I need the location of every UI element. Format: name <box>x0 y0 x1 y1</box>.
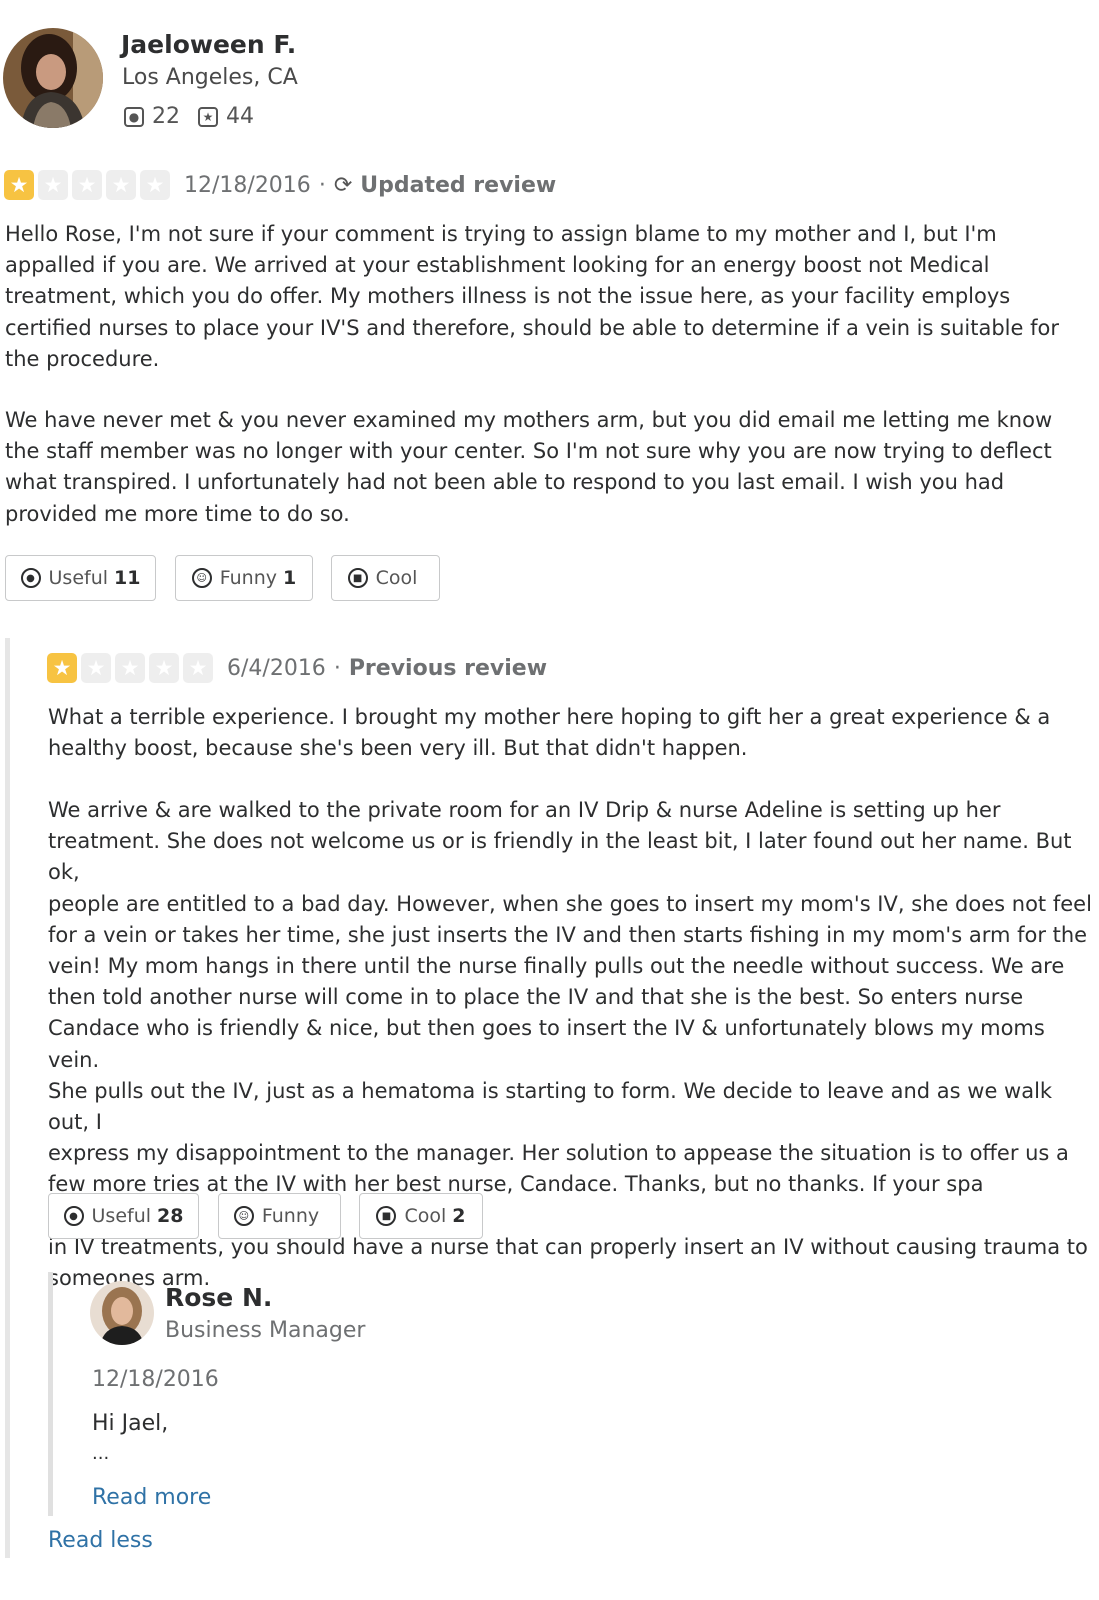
reply-ellipsis: ... <box>92 1443 110 1464</box>
friends-count: 22 <box>152 104 180 129</box>
star-filled-icon: ★ <box>4 170 34 200</box>
star-empty-icon: ★ <box>72 170 102 200</box>
read-less-link[interactable]: Read less <box>48 1528 153 1553</box>
read-more-link[interactable]: Read more <box>92 1485 211 1510</box>
star-empty-icon: ★ <box>38 170 68 200</box>
cool-button[interactable]: ■ Cool 2 <box>359 1193 483 1239</box>
sunglasses-icon: ■ <box>347 568 368 588</box>
funny-count: 1 <box>283 567 297 589</box>
star-badge-icon: ★ <box>198 106 218 127</box>
reply-date: 12/18/2016 <box>92 1367 219 1392</box>
user-stats: ● 22 ★ 44 <box>124 104 272 129</box>
smile-icon: ☺ <box>233 1206 254 1226</box>
funny-button[interactable]: ☺ Funny 1 <box>175 555 313 601</box>
previous-review-label: Previous review <box>348 655 548 681</box>
user-location: Los Angeles, CA <box>122 65 298 90</box>
star-empty-icon: ★ <box>115 653 145 683</box>
owner-name[interactable]: Rose N. <box>165 1283 272 1312</box>
rating-stars: ★ ★ ★ ★ ★ <box>4 170 174 200</box>
separator-dot: · <box>333 655 341 681</box>
review-paragraph: Hello Rose, I'm not sure if your comment… <box>5 222 1059 371</box>
refresh-icon: ⟳ <box>333 172 353 198</box>
cool-label: Cool <box>404 1205 447 1227</box>
useful-button[interactable]: ● Useful 28 <box>48 1193 199 1239</box>
reviews-stat: ★ 44 <box>198 104 254 129</box>
sunglasses-icon: ■ <box>376 1206 397 1226</box>
owner-avatar[interactable] <box>90 1281 154 1345</box>
reviews-count: 44 <box>226 104 254 129</box>
user-avatar[interactable] <box>3 28 103 128</box>
funny-button[interactable]: ☺ Funny <box>218 1193 341 1239</box>
star-empty-icon: ★ <box>149 653 179 683</box>
rating-stars: ★ ★ ★ ★ ★ <box>47 653 217 683</box>
friends-stat: ● 22 <box>124 104 180 129</box>
useful-label: Useful <box>91 1205 152 1227</box>
funny-label: Funny <box>261 1205 320 1227</box>
lightbulb-icon: ● <box>63 1206 84 1226</box>
review-date: 6/4/2016 <box>227 655 326 681</box>
smile-icon: ☺ <box>191 568 212 588</box>
useful-label: Useful <box>48 567 109 589</box>
star-empty-icon: ★ <box>140 170 170 200</box>
useful-count: 28 <box>157 1205 184 1227</box>
review-paragraph: We arrive & are walked to the private ro… <box>48 798 1092 1291</box>
reply-text: Hi Jael, <box>92 1411 169 1436</box>
useful-button[interactable]: ● Useful 11 <box>5 555 156 601</box>
friends-icon: ● <box>124 106 144 127</box>
cool-count: 2 <box>452 1205 466 1227</box>
funny-label: Funny <box>219 567 278 589</box>
star-empty-icon: ★ <box>106 170 136 200</box>
star-filled-icon: ★ <box>47 653 77 683</box>
review-meta: 12/18/2016 · ⟳ Updated review <box>184 170 556 200</box>
star-empty-icon: ★ <box>183 653 213 683</box>
lightbulb-icon: ● <box>20 568 41 588</box>
previous-review-rule <box>5 638 10 1558</box>
cool-label: Cool <box>375 567 418 589</box>
review-paragraph: We have never met & you never examined m… <box>5 408 1053 526</box>
separator-dot: · <box>318 172 326 198</box>
owner-role: Business Manager <box>165 1318 366 1343</box>
updated-review-label: Updated review <box>360 172 557 198</box>
owner-reply-rule <box>48 1272 53 1516</box>
useful-count: 11 <box>114 567 141 589</box>
star-empty-icon: ★ <box>81 653 111 683</box>
review-date: 12/18/2016 <box>184 172 311 198</box>
user-name[interactable]: Jaeloween F. <box>121 30 296 59</box>
review-paragraph: What a terrible experience. I brought my… <box>48 705 1051 761</box>
review-meta: 6/4/2016 · Previous review <box>227 653 547 683</box>
cool-button[interactable]: ■ Cool <box>331 555 440 601</box>
